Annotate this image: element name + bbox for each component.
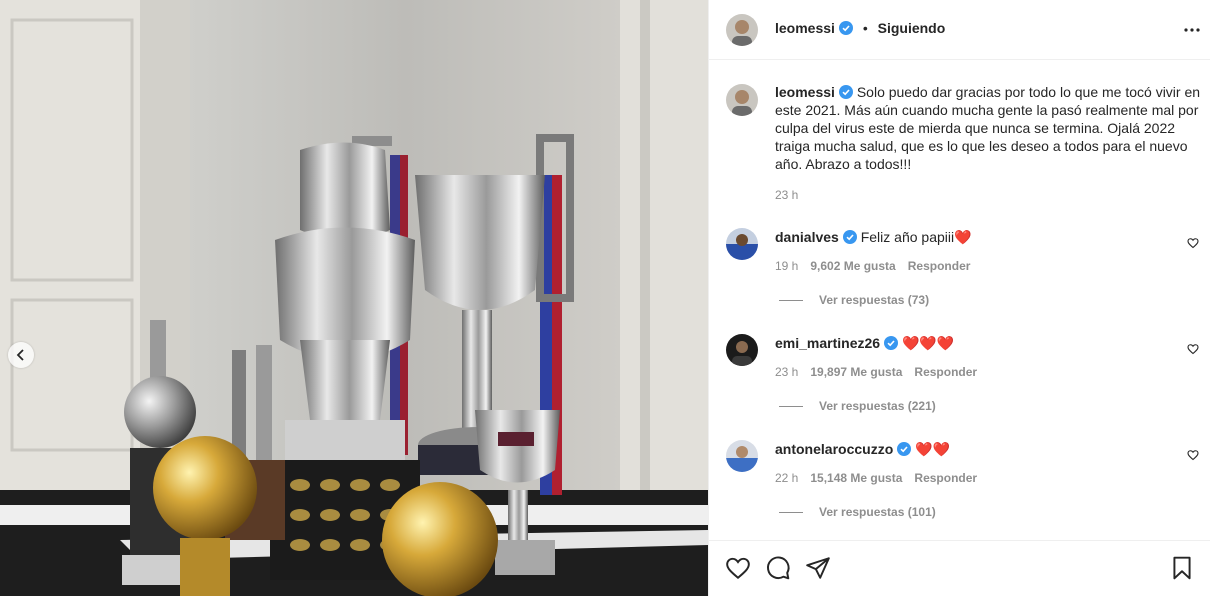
comment-like-button[interactable] [1187,236,1199,254]
comment-like-button[interactable] [1187,448,1199,466]
avatar-image [726,440,758,472]
verified-badge-icon [838,85,853,99]
view-replies-label: Ver respuestas (73) [819,293,930,307]
header-user-line: leomessi • Siguiendo [775,20,945,36]
verified-badge-icon [842,230,857,244]
caption-avatar[interactable] [726,84,758,116]
post-sidebar: leomessi • Siguiendo leomessi Solo puedo… [708,0,1210,596]
paper-plane-icon [806,557,830,579]
post-caption: leomessi Solo puedo dar gracias por todo… [775,83,1205,173]
comment-time: 22 h [775,471,799,485]
share-button[interactable] [805,555,831,581]
heart-icon [1187,238,1199,249]
comment-emoji: ❤️❤️❤️ [901,335,955,351]
reply-button[interactable]: Responder [908,259,971,273]
more-horizontal-icon [1184,28,1200,32]
avatar-image [726,228,758,260]
replies-line [779,405,803,407]
heart-icon [1187,450,1199,461]
comment-like-button[interactable] [1187,342,1199,360]
comment-meta: 22 h 15,148 Me gusta Responder [775,471,989,485]
replies-line [779,299,803,301]
view-replies-label: Ver respuestas (101) [819,505,936,519]
avatar-image [726,14,758,46]
comment-item: emi_martinez26 ❤️❤️❤️ 23 h 19,897 Me gust… [709,334,1210,434]
comment-meta: 19 h 9,602 Me gusta Responder [775,259,982,273]
heart-icon [1187,344,1199,355]
comment-text-line: danialves Feliz año papiii❤️ [775,228,972,246]
like-button[interactable] [725,555,751,581]
comment-text-line: antonelaroccuzzo ❤️❤️ [775,440,950,458]
comment-username[interactable]: antonelaroccuzzo [775,441,893,457]
avatar-image [726,84,758,116]
chevron-left-icon [16,349,24,361]
reply-button[interactable]: Responder [914,365,977,379]
carousel-prev-button[interactable] [8,342,34,368]
more-options-button[interactable] [1181,22,1203,38]
verified-badge-icon [884,336,899,350]
avatar[interactable] [726,14,758,46]
comment-button[interactable] [765,555,791,581]
post-photo[interactable] [0,0,708,596]
comment-meta: 23 h 19,897 Me gusta Responder [775,365,989,379]
comment-icon [767,556,790,580]
comment-time: 19 h [775,259,799,273]
comment-likes[interactable]: 9,602 Me gusta [810,259,895,273]
verified-badge-icon [838,21,853,35]
comment-likes[interactable]: 19,897 Me gusta [810,365,902,379]
comment-time: 23 h [775,365,799,379]
view-replies-button[interactable]: Ver respuestas (221) [779,399,936,413]
comment-avatar[interactable] [726,228,758,260]
separator-dot: • [862,20,868,36]
post-actions-bar [709,540,1210,596]
comment-text-line: emi_martinez26 ❤️❤️❤️ [775,334,954,352]
bookmark-icon [1173,556,1191,580]
verified-badge-icon [897,442,912,456]
replies-line [779,511,803,513]
comment-avatar[interactable] [726,440,758,472]
caption-time: 23 h [775,188,799,202]
comment-username[interactable]: emi_martinez26 [775,335,880,351]
view-replies-button[interactable]: Ver respuestas (73) [779,293,929,307]
comment-item: danialves Feliz año papiii❤️ 19 h 9,602 M… [709,228,1210,328]
trophies-photo [0,0,708,596]
comment-emoji: ❤️❤️ [915,441,951,457]
view-replies-label: Ver respuestas (221) [819,399,936,413]
comment-username[interactable]: danialves [775,229,839,245]
comment-avatar[interactable] [726,334,758,366]
save-button[interactable] [1169,555,1195,581]
comment-likes[interactable]: 15,148 Me gusta [810,471,902,485]
avatar-image [726,334,758,366]
view-replies-button[interactable]: Ver respuestas (101) [779,505,936,519]
reply-button[interactable]: Responder [914,471,977,485]
heart-icon [726,557,750,580]
post-header: leomessi • Siguiendo [709,0,1210,60]
comment-item: antonelaroccuzzo ❤️❤️ 22 h 15,148 Me gust… [709,440,1210,540]
comment-emoji: ❤️ [954,229,972,245]
comment-text: Feliz año papiii [860,229,955,245]
header-username[interactable]: leomessi [775,20,835,36]
instagram-post-view: leomessi • Siguiendo leomessi Solo puedo… [0,0,1210,596]
caption-username[interactable]: leomessi [775,84,835,100]
follow-status-button[interactable]: Siguiendo [878,20,946,36]
